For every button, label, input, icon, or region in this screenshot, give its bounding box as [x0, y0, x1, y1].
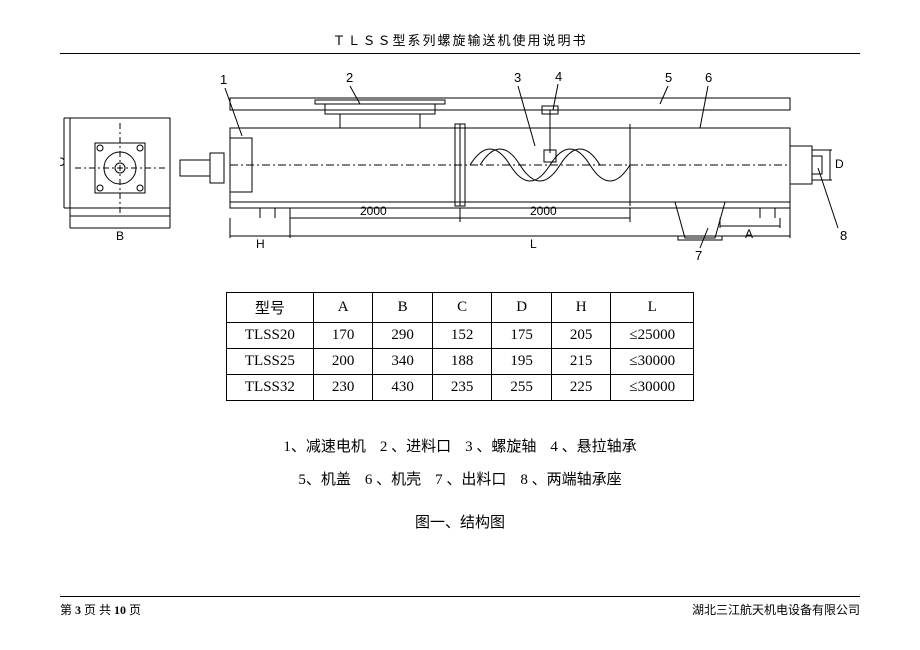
cell: ≤30000: [611, 349, 694, 375]
table-header-row: 型号 A B C D H L: [226, 293, 693, 323]
table-row: TLSS25 200 340 188 195 215 ≤30000: [226, 349, 693, 375]
legend-item: 1、减速电机: [283, 431, 366, 464]
cell: TLSS32: [226, 375, 313, 401]
dim-D: D: [835, 157, 844, 171]
cell: 205: [551, 323, 611, 349]
cell: 152: [432, 323, 492, 349]
cell: ≤25000: [611, 323, 694, 349]
dim-B: B: [116, 229, 124, 243]
cell: 290: [373, 323, 433, 349]
th-B: B: [373, 293, 433, 323]
legend-row-1: 1、减速电机 2 、进料口 3 、螺旋轴 4 、悬拉轴承: [60, 431, 860, 464]
cell: 195: [492, 349, 552, 375]
dim-L: L: [530, 237, 537, 251]
page-header-title: ＴＬＳＳ型系列螺旋输送机使用说明书: [60, 30, 860, 49]
page-number: 第 3 页 共 10 页: [60, 601, 141, 618]
spec-table: 型号 A B C D H L TLSS20 170 290 152 175 20…: [226, 292, 694, 401]
legend-item: 2 、进料口: [380, 431, 451, 464]
footer-rule: [60, 596, 860, 597]
th-C: C: [432, 293, 492, 323]
legend-item: 8 、两端轴承座: [520, 464, 621, 497]
legend-item: 7 、出料口: [435, 464, 506, 497]
cell: 230: [313, 375, 373, 401]
dim-H: H: [256, 237, 265, 251]
dim-seg1: 2000: [360, 204, 387, 218]
figure-caption: 图一、结构图: [60, 507, 860, 540]
table-row: TLSS32 230 430 235 255 225 ≤30000: [226, 375, 693, 401]
cell: 188: [432, 349, 492, 375]
th-H: H: [551, 293, 611, 323]
callout-4: 4: [555, 69, 562, 84]
callout-8: 8: [840, 228, 847, 243]
dim-A: A: [745, 227, 753, 241]
legend-item: 3 、螺旋轴: [465, 431, 536, 464]
cell: 200: [313, 349, 373, 375]
legend-row-2: 5、机盖 6 、机壳 7 、出料口 8 、两端轴承座: [60, 464, 860, 497]
cell: TLSS25: [226, 349, 313, 375]
cell: 215: [551, 349, 611, 375]
cell: 255: [492, 375, 552, 401]
callout-1: 1: [220, 72, 227, 87]
th-A: A: [313, 293, 373, 323]
cell: 225: [551, 375, 611, 401]
callout-3: 3: [514, 70, 521, 85]
parts-legend: 1、减速电机 2 、进料口 3 、螺旋轴 4 、悬拉轴承 5、机盖 6 、机壳 …: [60, 431, 860, 540]
cell: ≤30000: [611, 375, 694, 401]
legend-item: 4 、悬拉轴承: [550, 431, 636, 464]
callout-6: 6: [705, 70, 712, 85]
dim-C: C: [60, 155, 65, 169]
page-footer: 第 3 页 共 10 页 湖北三江航天机电设备有限公司: [60, 596, 860, 618]
company-name: 湖北三江航天机电设备有限公司: [692, 601, 860, 618]
legend-item: 5、机盖: [298, 464, 351, 497]
cell: TLSS20: [226, 323, 313, 349]
cell: 430: [373, 375, 433, 401]
cell: 235: [432, 375, 492, 401]
cell: 175: [492, 323, 552, 349]
header-rule: [60, 53, 860, 54]
th-L: L: [611, 293, 694, 323]
cell: 170: [313, 323, 373, 349]
technical-drawing: C B 2000 2000 H L A D 1 2 3 4 5 6 7 8: [60, 68, 860, 268]
table-row: TLSS20 170 290 152 175 205 ≤25000: [226, 323, 693, 349]
cell: 340: [373, 349, 433, 375]
callout-5: 5: [665, 70, 672, 85]
th-D: D: [492, 293, 552, 323]
callout-7: 7: [695, 248, 702, 263]
dim-seg2: 2000: [530, 204, 557, 218]
callout-2: 2: [346, 70, 353, 85]
legend-item: 6 、机壳: [365, 464, 421, 497]
th-model: 型号: [226, 293, 313, 323]
